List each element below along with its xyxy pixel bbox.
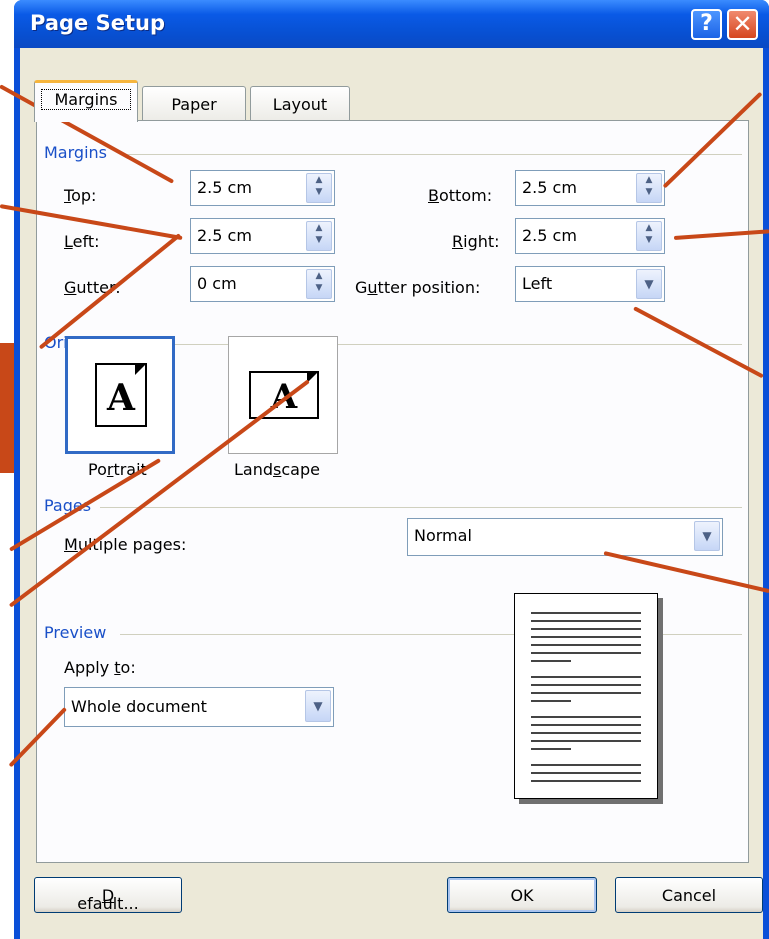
callout-marker [0, 343, 14, 473]
landscape-option[interactable]: A [228, 336, 338, 454]
cancel-button-label: Cancel [661, 886, 717, 905]
right-margin-value: 2.5 cm [522, 226, 577, 245]
tab-margins[interactable]: Margins [34, 80, 138, 122]
apply-to-value: Whole document [71, 697, 207, 716]
cancel-button[interactable]: Cancel [615, 877, 763, 913]
bottom-margin-value: 2.5 cm [522, 178, 577, 197]
close-button[interactable]: ✕ [727, 9, 758, 40]
spin-arrows-icon[interactable]: ▲ ▼ [306, 269, 332, 299]
left-label: Left: [64, 232, 100, 251]
portrait-page-icon: A [95, 363, 147, 427]
portrait-option[interactable]: A [65, 336, 175, 454]
multiple-pages-value: Normal [414, 526, 472, 545]
left-margin-value: 2.5 cm [197, 226, 252, 245]
apply-to-select[interactable]: Whole document ▼ [64, 687, 334, 727]
gutter-position-label: Gutter position: [355, 278, 481, 297]
tab-paper-label: Paper [171, 95, 217, 114]
chevron-down-icon[interactable]: ▼ [694, 521, 720, 551]
landscape-page-icon: A [249, 371, 319, 419]
top-margin-value: 2.5 cm [197, 178, 252, 197]
default-button[interactable]: Default... [34, 877, 182, 913]
chevron-down-icon[interactable]: ▼ [636, 269, 662, 299]
spin-arrows-icon[interactable]: ▲ ▼ [306, 221, 332, 251]
top-margin-spinner[interactable]: 2.5 cm ▲ ▼ [190, 170, 335, 206]
chevron-down-icon[interactable]: ▼ [305, 690, 331, 722]
left-margin-spinner[interactable]: 2.5 cm ▲ ▼ [190, 218, 335, 254]
help-button[interactable]: ? [691, 9, 722, 40]
landscape-label: Landscape [234, 460, 320, 479]
right-margin-spinner[interactable]: 2.5 cm ▲ ▼ [515, 218, 665, 254]
gutter-position-select[interactable]: Left ▼ [515, 266, 665, 302]
spin-arrows-icon[interactable]: ▲ ▼ [306, 173, 332, 203]
bottom-label: Bottom: [428, 186, 493, 205]
pages-group-divider [100, 507, 742, 508]
dialog-title: Page Setup [30, 11, 165, 35]
multiple-pages-select[interactable]: Normal ▼ [407, 518, 723, 556]
preview-page-thumbnail [514, 593, 658, 799]
right-label: Right: [452, 232, 500, 251]
gutter-position-value: Left [522, 274, 553, 293]
apply-to-label: Apply to: [64, 658, 136, 677]
margins-group-divider [124, 154, 742, 155]
title-bar[interactable]: Page Setup ? ✕ [14, 0, 769, 48]
gutter-value: 0 cm [197, 274, 237, 293]
tab-layout[interactable]: Layout [250, 86, 350, 122]
spin-arrows-icon[interactable]: ▲ ▼ [636, 221, 662, 251]
spin-arrows-icon[interactable]: ▲ ▼ [636, 173, 662, 203]
ok-button-label: OK [510, 886, 534, 905]
gutter-spinner[interactable]: 0 cm ▲ ▼ [190, 266, 335, 302]
margins-group-label: Margins [44, 143, 107, 162]
tab-layout-label: Layout [272, 95, 328, 114]
default-button-label: Default... [77, 886, 139, 913]
preview-group-label: Preview [44, 623, 107, 642]
tab-paper[interactable]: Paper [142, 86, 246, 122]
top-label: Top: [64, 186, 97, 205]
bottom-margin-spinner[interactable]: 2.5 cm ▲ ▼ [515, 170, 665, 206]
tab-margins-label: Margins [41, 89, 131, 110]
ok-button[interactable]: OK [447, 877, 597, 913]
